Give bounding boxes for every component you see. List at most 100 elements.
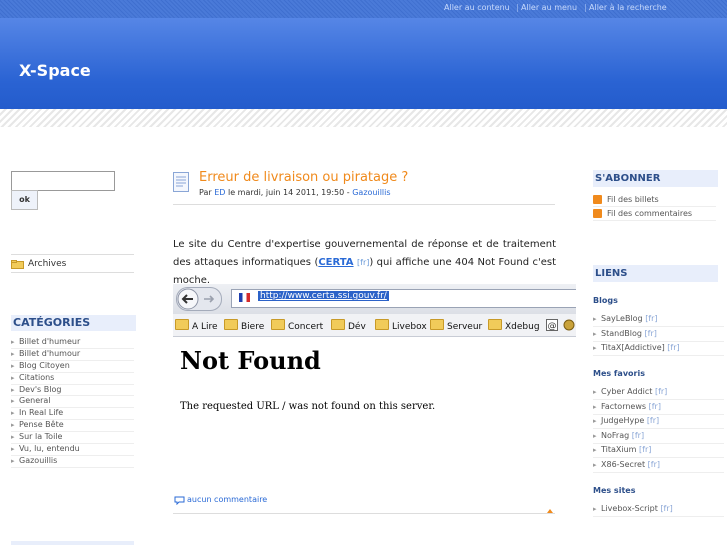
lang-tag: [fr] (639, 445, 652, 454)
author-link[interactable]: ED (214, 188, 225, 197)
separator: | (516, 3, 519, 12)
certa-link[interactable]: CERTA (318, 257, 353, 268)
lang-tag: [fr] (654, 387, 668, 396)
folder-icon (375, 319, 389, 330)
lang-tag: [fr] (647, 460, 661, 469)
category-item[interactable]: General (11, 396, 134, 409)
feed-label: Fil des commentaires (607, 209, 693, 218)
category-item[interactable]: Blog Citoyen (11, 361, 134, 373)
bookmarks-bar: A Lire Biere Concert Dév Livebox Serveur… (173, 314, 576, 337)
address-bar: http://www.certa.ssi.gouv.fr/ (231, 289, 576, 308)
subscribe-heading: S'ABONNER (593, 170, 718, 187)
browser-toolbar: http://www.certa.ssi.gouv.fr/ (173, 284, 576, 314)
sidebar-next-heading (11, 541, 134, 545)
category-item[interactable]: In Real Life (11, 408, 134, 421)
caret-up-icon[interactable] (547, 509, 553, 513)
bookmark-label: Concert (288, 322, 324, 332)
favorite-link[interactable]: JudgeHype [fr] (593, 414, 724, 429)
site-favicon (239, 293, 250, 302)
category-item[interactable]: Billet d'humeur (11, 337, 134, 349)
lang-tag: [fr] (648, 402, 661, 411)
bookmark-folder: A Lire (175, 319, 218, 332)
link-label: Factornews (601, 402, 647, 411)
blog-link[interactable]: StandBlog [fr] (593, 327, 724, 342)
category-item[interactable]: Sur la Toile (11, 432, 134, 445)
site-title[interactable]: X-Space (19, 61, 91, 80)
lang-tag: [fr] (631, 431, 645, 440)
archives-label: Archives (28, 259, 67, 269)
folder-icon (271, 319, 285, 330)
link-label: NoFrag (601, 431, 630, 440)
link-label: StandBlog (601, 329, 642, 338)
folder-icon (175, 319, 189, 330)
divider (173, 204, 555, 205)
categories-heading: CATÉGORIES (11, 315, 136, 331)
document-icon (173, 172, 189, 192)
feed-link[interactable]: Fil des commentaires (593, 208, 716, 221)
site-link[interactable]: Livebox-Script [fr] (593, 502, 724, 517)
folder-icon (488, 319, 502, 330)
category-item[interactable]: Billet d'humour (11, 349, 134, 361)
top-bar: Aller au contenu | Aller au menu | Aller… (0, 0, 727, 18)
favorite-link[interactable]: TitaXium [fr] (593, 443, 724, 458)
favorite-link[interactable]: X86-Secret [fr] (593, 458, 724, 473)
svg-text:@: @ (548, 322, 557, 332)
categories-list: Billet d'humeur Billet d'humour Blog Cit… (11, 337, 134, 468)
folder-icon (331, 319, 345, 330)
archives-link[interactable]: Archives (11, 254, 134, 273)
not-found-heading: Not Found (180, 346, 321, 375)
comment-icon (174, 496, 185, 505)
bookmark-label: Dév (348, 322, 366, 332)
folder-icon (11, 260, 24, 269)
feed-link[interactable]: Fil des billets (593, 194, 716, 207)
bookmark-folder: Livebox (375, 319, 427, 332)
rss-icon (593, 209, 602, 218)
category-link[interactable]: Gazouillis (352, 188, 390, 197)
back-forward-icon (176, 287, 222, 311)
bookmark-label: Serveur (447, 322, 483, 332)
lang-tag: [fr] (660, 504, 673, 513)
lang-tag: [fr] (357, 258, 370, 267)
separator: | (584, 3, 587, 12)
search-ok-button[interactable]: ok (11, 190, 38, 210)
blog-link[interactable]: SayLeBlog [fr] (593, 312, 724, 327)
post-title[interactable]: Erreur de livraison ou piratage ? (199, 170, 408, 185)
comments-link[interactable]: aucun commentaire (187, 495, 267, 504)
bookmark-folder: Xdebug (488, 319, 540, 332)
header-banner (0, 18, 727, 109)
rss-icon (593, 195, 602, 204)
skip-to-menu-link[interactable]: Aller au menu (521, 3, 577, 12)
category-item[interactable]: Dev's Blog (11, 385, 134, 397)
meta-by: Par (199, 188, 212, 197)
links-heading: LIENS (593, 265, 718, 282)
lang-tag: [fr] (667, 343, 680, 352)
bookmark-folder: Serveur (430, 319, 482, 332)
at-sign-icon: @ (546, 319, 558, 331)
bookmark-label: A Lire (192, 322, 218, 332)
not-found-message: The requested URL / was not found on thi… (180, 401, 436, 412)
skip-to-content-link[interactable]: Aller au contenu (444, 3, 510, 12)
bookmark-label: Xdebug (505, 322, 540, 332)
category-item[interactable]: Pense Bête (11, 420, 134, 433)
category-item[interactable]: Vu, lu, entendu (11, 444, 134, 456)
sites-subheading: Mes sites (593, 486, 636, 495)
extension-icon (563, 319, 575, 331)
favorites-subheading: Mes favoris (593, 369, 645, 378)
favorite-link[interactable]: Factornews [fr] (593, 400, 724, 415)
blog-link[interactable]: TitaX[Addictive] [fr] (593, 341, 724, 356)
post-body: Le site du Centre d'expertise gouverneme… (173, 236, 556, 290)
bookmark-folder: Biere (224, 319, 264, 332)
skip-to-search-link[interactable]: Aller à la recherche (589, 3, 667, 12)
favorite-link[interactable]: Cyber Addict [fr] (593, 385, 724, 400)
link-label: X86-Secret (601, 460, 646, 469)
favorite-link[interactable]: NoFrag [fr] (593, 429, 724, 444)
url-text: http://www.certa.ssi.gouv.fr/ (258, 291, 389, 301)
category-item[interactable]: Gazouillis (11, 456, 134, 468)
bookmark-folder: Concert (271, 319, 323, 332)
category-item[interactable]: Citations (11, 373, 134, 385)
embedded-screenshot: http://www.certa.ssi.gouv.fr/ A Lire Bie… (173, 284, 576, 499)
decorative-stripe (0, 109, 727, 127)
search-input[interactable] (11, 171, 115, 191)
bookmark-folder: Dév (331, 319, 366, 332)
lang-tag: [fr] (646, 416, 660, 425)
